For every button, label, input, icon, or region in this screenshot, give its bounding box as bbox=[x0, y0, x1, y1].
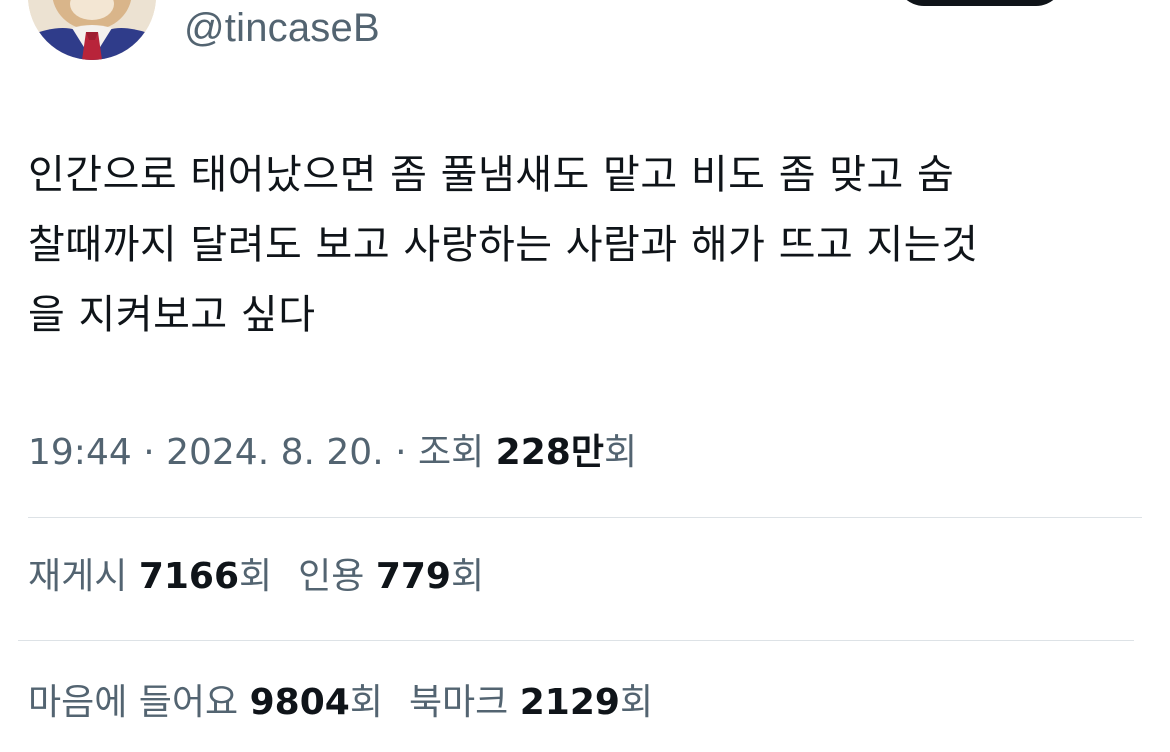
reposts-unit: 회 bbox=[239, 556, 273, 597]
tweet-text-line: 인간으로 태어났으면 좀 풀냄새도 맡고 비도 좀 맞고 숨 bbox=[28, 152, 955, 198]
engagement-row-2: 마음에 들어요 9804회 북마크 2129회 bbox=[28, 680, 653, 726]
follow-button[interactable] bbox=[896, 0, 1064, 6]
quotes-label: 인용 bbox=[298, 556, 376, 597]
views-unit: 회 bbox=[603, 432, 638, 473]
reposts-label: 재게시 bbox=[28, 556, 139, 597]
reposts-count: 7166 bbox=[138, 556, 240, 597]
profile-avatar-icon bbox=[28, 0, 156, 60]
tweet-date[interactable]: 2024. 8. 20. bbox=[166, 432, 384, 473]
engagement-row-1: 재게시 7166회 인용 779회 bbox=[28, 554, 484, 600]
views-count: 228만 bbox=[495, 432, 604, 473]
divider bbox=[18, 640, 1134, 641]
likes-unit: 회 bbox=[349, 682, 383, 723]
quotes-count: 779 bbox=[375, 556, 451, 597]
meta-separator: · bbox=[131, 432, 167, 473]
views-label: 조회 bbox=[417, 432, 496, 473]
tweet-text-line: 찰때까지 달려도 보고 사랑하는 사람과 해가 뜨고 지는것 bbox=[28, 222, 979, 268]
likes-stat[interactable]: 마음에 들어요 9804회 bbox=[28, 680, 383, 726]
tweet-meta: 19:44 · 2024. 8. 20. · 조회 228만회 bbox=[28, 430, 637, 476]
bookmarks-label: 북마크 bbox=[408, 682, 520, 723]
bookmarks-unit: 회 bbox=[619, 682, 654, 723]
tweet-time[interactable]: 19:44 bbox=[28, 432, 132, 473]
bookmarks-stat[interactable]: 북마크 2129회 bbox=[409, 680, 653, 726]
avatar[interactable] bbox=[28, 0, 156, 60]
quotes-stat[interactable]: 인용 779회 bbox=[298, 554, 484, 600]
meta-separator: · bbox=[383, 432, 418, 473]
likes-label: 마음에 들어요 bbox=[28, 682, 250, 723]
author-handle[interactable]: @tincaseB bbox=[184, 6, 380, 50]
tweet-text: 인간으로 태어났으면 좀 풀냄새도 맡고 비도 좀 맞고 숨 찰때까지 달려도 … bbox=[28, 140, 1138, 350]
likes-count: 9804 bbox=[249, 682, 350, 723]
bookmarks-count: 2129 bbox=[519, 682, 620, 723]
reposts-stat[interactable]: 재게시 7166회 bbox=[28, 554, 272, 600]
tweet-text-line: 을 지켜보고 싶다 bbox=[28, 292, 316, 338]
quotes-unit: 회 bbox=[450, 556, 485, 597]
divider bbox=[28, 517, 1142, 518]
